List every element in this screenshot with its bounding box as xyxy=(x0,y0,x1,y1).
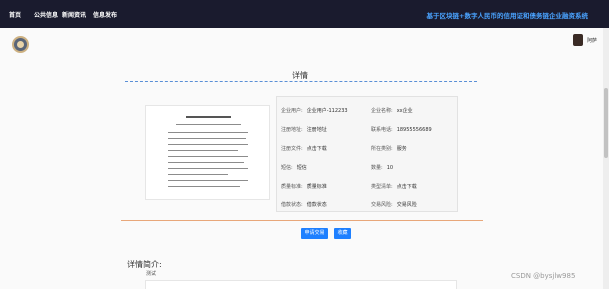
field-label: 数量: xyxy=(371,165,383,171)
logo-icon[interactable] xyxy=(12,36,29,53)
field-type-list: 类型清单: 点击下载 xyxy=(371,183,417,190)
field-label: 所在类别: xyxy=(371,146,393,152)
title-divider xyxy=(125,81,477,82)
field-trade-risk: 交易风险: 交易风险 xyxy=(371,201,417,208)
intro-content-box xyxy=(145,280,457,289)
field-value: 短信 xyxy=(296,165,307,171)
favorite-button[interactable]: 收藏 xyxy=(334,228,351,239)
field-label: 交易风险: xyxy=(371,202,393,208)
document-line xyxy=(168,144,248,145)
field-label: 注册地址: xyxy=(281,127,303,133)
field-category: 所在类别: 服务 xyxy=(371,145,407,152)
document-line xyxy=(168,186,240,187)
field-label: 注册文件: xyxy=(281,146,303,152)
field-label: 企业名称: xyxy=(371,108,393,114)
field-sms: 短信: 短信 xyxy=(281,164,307,171)
intro-text: 测试 xyxy=(146,271,157,277)
detail-info-panel: 企业用户: 企业用户-112233 企业名称: xx企业 注册地址: 注册地址 联系电… xyxy=(276,96,458,212)
scrollbar-thumb[interactable] xyxy=(604,88,608,158)
field-label: 质量标准: xyxy=(281,184,303,190)
nav-publish[interactable]: 信息发布 xyxy=(93,10,117,19)
nav-home[interactable]: 首页 xyxy=(9,10,21,19)
product-image xyxy=(145,105,270,200)
field-value: 质量标准 xyxy=(306,184,327,190)
field-quality-standard: 质量标准: 质量标准 xyxy=(281,183,327,190)
field-registration-file: 注册文件: 点击下载 xyxy=(281,145,327,152)
site-title: 基于区块链+数字人民币的信用证和债务链企业融资系统 xyxy=(426,12,588,20)
page-title: 详情 xyxy=(292,71,308,80)
field-label: 短信: xyxy=(281,165,293,171)
field-value: xx企业 xyxy=(396,108,413,114)
avatar[interactable] xyxy=(573,34,583,46)
field-value: 注册地址 xyxy=(306,127,327,133)
section-divider xyxy=(121,220,483,221)
field-address: 注册地址: 注册地址 xyxy=(281,126,327,133)
field-label: 借款状态: xyxy=(281,202,303,208)
logo-center xyxy=(17,41,24,48)
scrollbar-track[interactable] xyxy=(603,28,609,289)
document-line xyxy=(168,156,248,157)
document-line xyxy=(176,124,241,125)
field-value: 18955556689 xyxy=(396,127,432,133)
field-phone: 联系电话: 18955556689 xyxy=(371,126,432,133)
document-heading-mark xyxy=(186,116,231,118)
field-label: 企业用户: xyxy=(281,108,303,114)
document-line xyxy=(168,162,244,163)
document-line xyxy=(168,174,228,175)
download-link[interactable]: 点击下载 xyxy=(307,146,327,152)
document-line xyxy=(168,150,238,151)
document-line xyxy=(168,168,248,169)
watermark: CSDN @bysjlw985 xyxy=(511,272,576,280)
field-enterprise-name: 企业名称: xx企业 xyxy=(371,107,413,114)
field-value: 10 xyxy=(386,165,394,171)
field-value: 借款状态 xyxy=(306,202,327,208)
intro-heading: 详情简介: xyxy=(127,260,162,269)
nav-news[interactable]: 新闻资讯 xyxy=(62,10,86,19)
field-count: 数量: 10 xyxy=(371,164,393,171)
field-value: 交易风险 xyxy=(396,202,417,208)
field-label: 联系电话: xyxy=(371,127,393,133)
document-line xyxy=(168,138,246,139)
field-value: 服务 xyxy=(396,146,407,152)
field-value: 企业用户-112233 xyxy=(306,108,348,114)
top-nav-bar: 首页 公共信息 新闻资讯 信息发布 基于区块链+数字人民币的信用证和债务链企业融… xyxy=(0,0,609,28)
user-name[interactable]: 阿萨 xyxy=(587,37,597,44)
field-loan-status: 借款状态: 借款状态 xyxy=(281,201,327,208)
field-enterprise-user: 企业用户: 企业用户-112233 xyxy=(281,107,348,114)
apply-trade-button[interactable]: 申请交易 xyxy=(301,228,328,239)
document-line xyxy=(168,132,248,133)
download-link[interactable]: 点击下载 xyxy=(397,184,417,190)
field-label: 类型清单: xyxy=(371,184,393,190)
document-line xyxy=(168,180,248,181)
nav-public-info[interactable]: 公共信息 xyxy=(34,10,58,19)
